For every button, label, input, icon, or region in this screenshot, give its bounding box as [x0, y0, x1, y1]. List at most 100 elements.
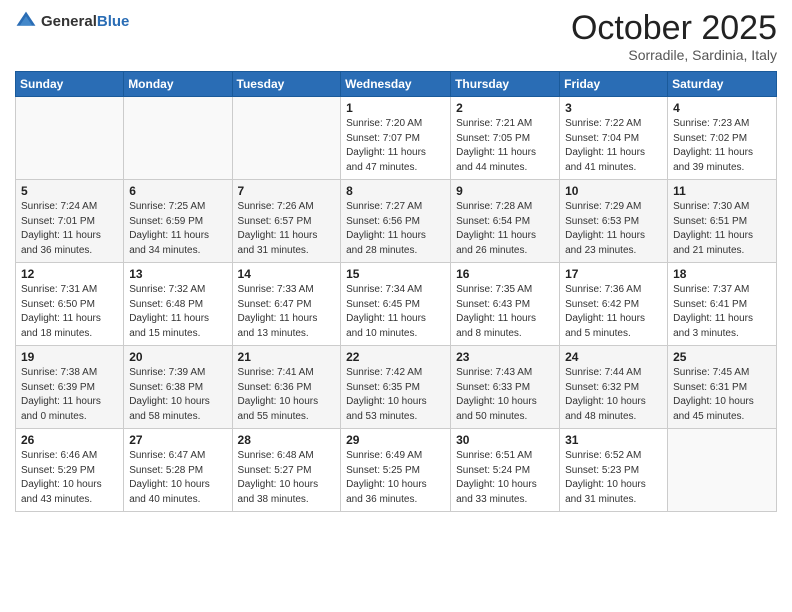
table-row: 26 Sunrise: 6:46 AM Sunset: 5:29 PM Dayli…: [16, 429, 124, 512]
table-row: 4Sunrise: 7:23 AM Sunset: 7:02 PM Daylig…: [668, 97, 777, 180]
header-thursday: Thursday: [451, 72, 560, 97]
header-sunday: Sunday: [16, 72, 124, 97]
day-number: 8: [346, 184, 445, 198]
table-row: 31 Sunrise: 6:52 AM Sunset: 5:23 PM Dayli…: [560, 429, 668, 512]
day-info: Sunrise: 6:48 AM Sunset: 5:27 PM Dayligh…: [238, 449, 336, 507]
table-row: 22 Sunrise: 7:42 AM Sunset: 6:35 PM Dayli…: [341, 346, 451, 429]
table-row: 30Sunrise: 6:51 AM Sunset: 5:24 PM Dayli…: [451, 429, 560, 512]
table-row: 28 Sunrise: 6:48 AM Sunset: 5:27 PM Dayli…: [232, 429, 341, 512]
table-row: 17 Sunrise: 7:36 AM Sunset: 6:42 PM Dayli…: [560, 263, 668, 346]
day-number: 31: [565, 433, 662, 447]
day-info: Sunrise: 7:37 AM Sunset: 6:41 PM Dayligh…: [673, 283, 771, 341]
day-info: Sunrise: 7:20 AM Sunset: 7:07 PM Dayligh…: [346, 117, 445, 175]
table-row: 2 Sunrise: 7:21 AM Sunset: 7:05 PM Daylig…: [451, 97, 560, 180]
day-number: 27: [129, 433, 226, 447]
day-info: Sunrise: 7:39 AM Sunset: 6:38 PM Dayligh…: [129, 366, 226, 424]
day-number: 16: [456, 267, 554, 281]
table-row: 5Sunrise: 7:24 AM Sunset: 7:01 PM Daylig…: [16, 180, 124, 263]
page-header: GeneralBlue October 2025 Sorradile, Sard…: [15, 10, 777, 63]
day-info: Sunrise: 7:24 AM Sunset: 7:01 PM Dayligh…: [21, 200, 118, 258]
table-row: [668, 429, 777, 512]
day-number: 7: [238, 184, 336, 198]
day-info: Sunrise: 7:28 AM Sunset: 6:54 PM Dayligh…: [456, 200, 554, 258]
table-row: 12 Sunrise: 7:31 AM Sunset: 6:50 PM Dayli…: [16, 263, 124, 346]
day-number: 12: [21, 267, 118, 281]
day-info: Sunrise: 7:42 AM Sunset: 6:35 PM Dayligh…: [346, 366, 445, 424]
table-row: 16 Sunrise: 7:35 AM Sunset: 6:43 PM Dayli…: [451, 263, 560, 346]
day-number: 19: [21, 350, 118, 364]
calendar-week-row: 1 Sunrise: 7:20 AM Sunset: 7:07 PM Daylig…: [16, 97, 777, 180]
calendar-week-row: 5Sunrise: 7:24 AM Sunset: 7:01 PM Daylig…: [16, 180, 777, 263]
day-info: Sunrise: 6:51 AM Sunset: 5:24 PM Dayligh…: [456, 449, 554, 507]
calendar-page: GeneralBlue October 2025 Sorradile, Sard…: [0, 0, 792, 612]
day-number: 26: [21, 433, 118, 447]
title-area: October 2025 Sorradile, Sardinia, Italy: [571, 10, 777, 63]
day-number: 11: [673, 184, 771, 198]
logo-general: General: [41, 14, 97, 29]
day-info: Sunrise: 6:49 AM Sunset: 5:25 PM Dayligh…: [346, 449, 445, 507]
table-row: 3 Sunrise: 7:22 AM Sunset: 7:04 PM Daylig…: [560, 97, 668, 180]
day-number: 1: [346, 101, 445, 115]
day-number: 21: [238, 350, 336, 364]
logo: GeneralBlue: [15, 10, 129, 32]
day-number: 3: [565, 101, 662, 115]
logo-icon: [15, 10, 37, 32]
header-wednesday: Wednesday: [341, 72, 451, 97]
table-row: 29 Sunrise: 6:49 AM Sunset: 5:25 PM Dayli…: [341, 429, 451, 512]
month-title: October 2025: [571, 10, 777, 47]
day-info: Sunrise: 7:44 AM Sunset: 6:32 PM Dayligh…: [565, 366, 662, 424]
calendar-table: Sunday Monday Tuesday Wednesday Thursday…: [15, 71, 777, 512]
day-number: 18: [673, 267, 771, 281]
logo-blue: Blue: [97, 14, 130, 29]
table-row: 25 Sunrise: 7:45 AM Sunset: 6:31 PM Dayli…: [668, 346, 777, 429]
table-row: 11 Sunrise: 7:30 AM Sunset: 6:51 PM Dayli…: [668, 180, 777, 263]
day-info: Sunrise: 7:36 AM Sunset: 6:42 PM Dayligh…: [565, 283, 662, 341]
day-info: Sunrise: 6:52 AM Sunset: 5:23 PM Dayligh…: [565, 449, 662, 507]
day-info: Sunrise: 7:26 AM Sunset: 6:57 PM Dayligh…: [238, 200, 336, 258]
table-row: 27Sunrise: 6:47 AM Sunset: 5:28 PM Dayli…: [124, 429, 232, 512]
day-number: 9: [456, 184, 554, 198]
day-info: Sunrise: 7:32 AM Sunset: 6:48 PM Dayligh…: [129, 283, 226, 341]
day-info: Sunrise: 7:35 AM Sunset: 6:43 PM Dayligh…: [456, 283, 554, 341]
day-info: Sunrise: 7:43 AM Sunset: 6:33 PM Dayligh…: [456, 366, 554, 424]
calendar-week-row: 26 Sunrise: 6:46 AM Sunset: 5:29 PM Dayli…: [16, 429, 777, 512]
table-row: 23 Sunrise: 7:43 AM Sunset: 6:33 PM Dayli…: [451, 346, 560, 429]
logo-text: GeneralBlue: [41, 14, 129, 29]
day-number: 29: [346, 433, 445, 447]
table-row: 19Sunrise: 7:38 AM Sunset: 6:39 PM Dayli…: [16, 346, 124, 429]
table-row: 14Sunrise: 7:33 AM Sunset: 6:47 PM Dayli…: [232, 263, 341, 346]
table-row: 18 Sunrise: 7:37 AM Sunset: 6:41 PM Dayli…: [668, 263, 777, 346]
table-row: 1 Sunrise: 7:20 AM Sunset: 7:07 PM Daylig…: [341, 97, 451, 180]
calendar-week-row: 19Sunrise: 7:38 AM Sunset: 6:39 PM Dayli…: [16, 346, 777, 429]
day-number: 14: [238, 267, 336, 281]
table-row: 20 Sunrise: 7:39 AM Sunset: 6:38 PM Dayli…: [124, 346, 232, 429]
day-number: 24: [565, 350, 662, 364]
day-info: Sunrise: 7:21 AM Sunset: 7:05 PM Dayligh…: [456, 117, 554, 175]
location: Sorradile, Sardinia, Italy: [571, 47, 777, 63]
table-row: 7 Sunrise: 7:26 AM Sunset: 6:57 PM Daylig…: [232, 180, 341, 263]
day-number: 17: [565, 267, 662, 281]
day-info: Sunrise: 6:46 AM Sunset: 5:29 PM Dayligh…: [21, 449, 118, 507]
table-row: [16, 97, 124, 180]
calendar-week-row: 12 Sunrise: 7:31 AM Sunset: 6:50 PM Dayli…: [16, 263, 777, 346]
header-friday: Friday: [560, 72, 668, 97]
day-info: Sunrise: 7:41 AM Sunset: 6:36 PM Dayligh…: [238, 366, 336, 424]
table-row: 6Sunrise: 7:25 AM Sunset: 6:59 PM Daylig…: [124, 180, 232, 263]
day-info: Sunrise: 7:34 AM Sunset: 6:45 PM Dayligh…: [346, 283, 445, 341]
day-number: 25: [673, 350, 771, 364]
day-number: 20: [129, 350, 226, 364]
day-number: 4: [673, 101, 771, 115]
table-row: 24 Sunrise: 7:44 AM Sunset: 6:32 PM Dayli…: [560, 346, 668, 429]
day-number: 22: [346, 350, 445, 364]
day-number: 6: [129, 184, 226, 198]
table-row: 21 Sunrise: 7:41 AM Sunset: 6:36 PM Dayli…: [232, 346, 341, 429]
day-number: 28: [238, 433, 336, 447]
day-info: Sunrise: 7:29 AM Sunset: 6:53 PM Dayligh…: [565, 200, 662, 258]
day-info: Sunrise: 7:30 AM Sunset: 6:51 PM Dayligh…: [673, 200, 771, 258]
day-info: Sunrise: 7:31 AM Sunset: 6:50 PM Dayligh…: [21, 283, 118, 341]
day-number: 23: [456, 350, 554, 364]
day-number: 2: [456, 101, 554, 115]
day-info: Sunrise: 7:22 AM Sunset: 7:04 PM Dayligh…: [565, 117, 662, 175]
header-tuesday: Tuesday: [232, 72, 341, 97]
day-info: Sunrise: 7:45 AM Sunset: 6:31 PM Dayligh…: [673, 366, 771, 424]
